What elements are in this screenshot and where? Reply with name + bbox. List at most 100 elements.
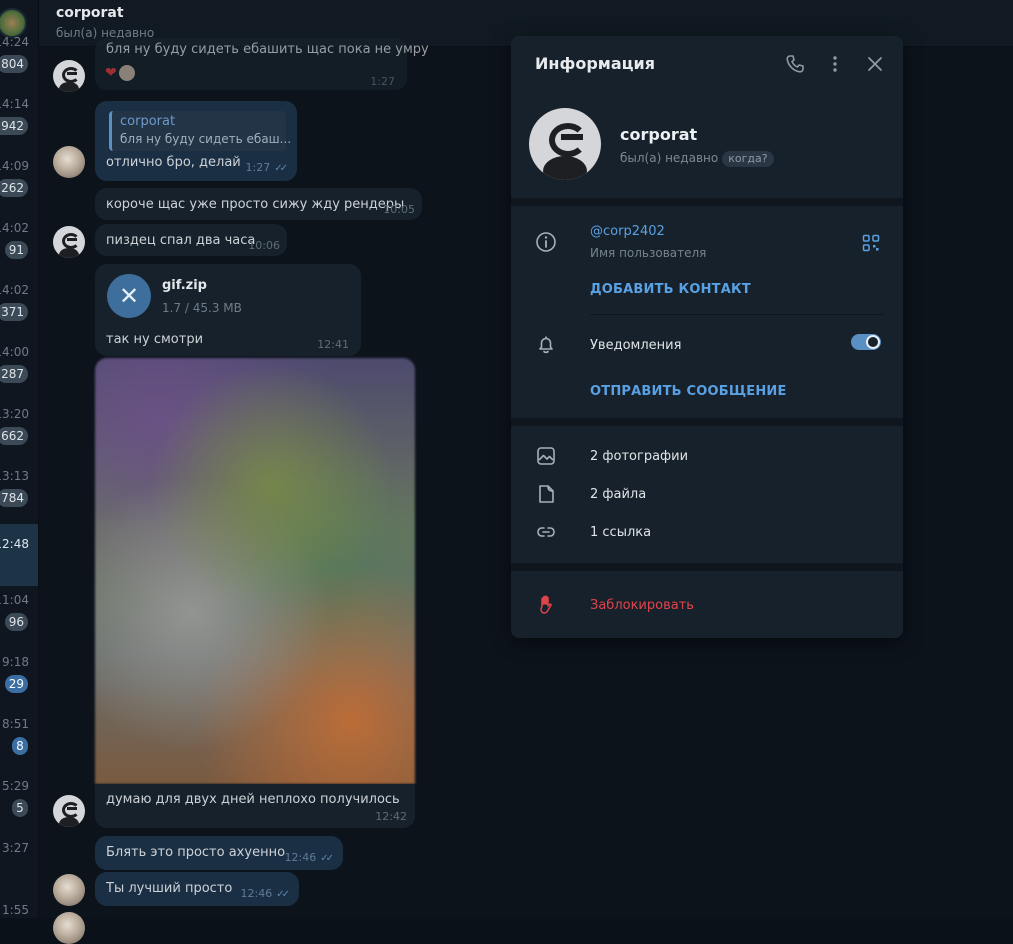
close-icon[interactable] bbox=[865, 54, 885, 74]
chat-list-time: 13:13 bbox=[0, 469, 29, 483]
chat-list-item[interactable]: 12:48 bbox=[0, 524, 38, 586]
unread-badge: 262 bbox=[0, 179, 28, 197]
unread-badge: 804 bbox=[0, 55, 28, 73]
chat-list-item[interactable]: 11:04 96 bbox=[0, 586, 38, 648]
chat-list-time: 14:02 bbox=[0, 283, 29, 297]
photo-icon[interactable] bbox=[535, 445, 557, 467]
shared-links-link[interactable]: 1 ссылка bbox=[590, 525, 651, 540]
divider bbox=[590, 314, 883, 315]
avatar[interactable] bbox=[53, 912, 85, 944]
unread-badge: 29 bbox=[4, 675, 28, 693]
message-time: 12:46 ✓✓ bbox=[240, 887, 290, 900]
unread-badge: 662 bbox=[0, 427, 28, 445]
message-time: 1:27 ✓✓ bbox=[245, 161, 288, 174]
double-check-icon: ✓✓ bbox=[320, 853, 334, 864]
shared-photos-link[interactable]: 2 фотографии bbox=[590, 449, 688, 464]
file-name[interactable]: gif.zip bbox=[162, 278, 207, 293]
link-icon[interactable] bbox=[535, 521, 557, 543]
message-text: короче щас уже просто сижу жду рендеры bbox=[106, 197, 405, 212]
add-contact-button[interactable]: ДОБАВИТЬ КОНТАКТ bbox=[590, 282, 751, 297]
reply-author: corporat bbox=[120, 114, 176, 129]
profile-avatar[interactable] bbox=[529, 108, 601, 180]
profile-name: corporat bbox=[620, 125, 698, 144]
avatar[interactable] bbox=[53, 226, 85, 258]
send-message-button[interactable]: ОТПРАВИТЬ СООБЩЕНИЕ bbox=[590, 384, 787, 399]
unread-badge: 371 bbox=[0, 303, 28, 321]
message-text: Блять это просто ахуенно bbox=[106, 845, 286, 860]
chat-list-item[interactable]: 9:18 29 bbox=[0, 648, 38, 710]
reply-text: бля ну буду сидеть ебаш... bbox=[120, 132, 292, 146]
message-text: так ну смотри bbox=[106, 332, 204, 347]
chat-list-item[interactable]: 3:27 bbox=[0, 834, 38, 896]
message[interactable]: corporat бля ну буду сидеть ебаш... отли… bbox=[95, 101, 297, 181]
last-seen-when-button[interactable]: когда? bbox=[722, 151, 774, 167]
chat-list-time: 14:00 bbox=[0, 345, 29, 359]
heart-icon: ❤ bbox=[105, 65, 117, 81]
notifications-toggle[interactable] bbox=[851, 334, 881, 350]
cat-icon bbox=[118, 65, 135, 81]
block-button[interactable]: Заблокировать bbox=[590, 598, 694, 613]
message[interactable]: думаю для двух дней неплохо получилось 1… bbox=[95, 784, 415, 828]
info-icon bbox=[536, 232, 556, 252]
message[interactable]: ✕ gif.zip 1.7 / 45.3 MB так ну смотри 12… bbox=[95, 264, 361, 356]
message[interactable]: Блять это просто ахуенно 12:46 ✓✓ bbox=[95, 836, 343, 870]
message-text: Ты лучший просто bbox=[106, 881, 233, 896]
message[interactable]: Ты лучший просто 12:46 ✓✓ bbox=[95, 872, 299, 906]
block-hand-icon[interactable] bbox=[535, 594, 557, 616]
file-cancel-icon[interactable]: ✕ bbox=[107, 274, 151, 318]
file-size: 1.7 / 45.3 MB bbox=[162, 301, 242, 315]
chat-list-time: 3:27 bbox=[2, 841, 29, 855]
message-text: думаю для двух дней неплохо получилось bbox=[106, 792, 400, 807]
notifications-label: Уведомления bbox=[590, 338, 682, 353]
bell-icon bbox=[539, 336, 553, 354]
shared-files-link[interactable]: 2 файла bbox=[590, 487, 646, 502]
chat-list-time: 12:48 bbox=[0, 537, 29, 551]
avatar[interactable] bbox=[53, 874, 85, 906]
unread-badge: 784 bbox=[0, 489, 28, 507]
message[interactable]: пиздец спал два часа 10:06 bbox=[95, 224, 287, 256]
chat-list-time: 14:14 bbox=[0, 97, 29, 111]
username-link[interactable]: @corp2402 bbox=[590, 224, 665, 239]
avatar[interactable] bbox=[53, 60, 85, 92]
chat-title[interactable]: corporat bbox=[56, 5, 124, 21]
file-icon[interactable] bbox=[535, 483, 557, 505]
photo-message[interactable] bbox=[95, 358, 415, 784]
avatar[interactable] bbox=[53, 146, 85, 178]
chat-list-time: 8:51 bbox=[2, 717, 29, 731]
message-time: 12:41 bbox=[317, 338, 349, 351]
message-time: 10:06 bbox=[248, 239, 280, 252]
message[interactable]: бля ну буду сидеть ебашить щас пока не у… bbox=[95, 38, 429, 90]
reply-quote[interactable]: corporat бля ну буду сидеть ебаш... bbox=[109, 111, 291, 151]
chat-list-item[interactable]: 14:14 1942 bbox=[0, 90, 38, 152]
chat-list-item[interactable]: 14:09 262 bbox=[0, 152, 38, 214]
message-time: 10:05 bbox=[383, 203, 415, 216]
profile-status: был(а) недавно когда? bbox=[620, 151, 774, 167]
chat-list-item[interactable]: 5:29 5 bbox=[0, 772, 38, 834]
info-panel: Информация corporat был(а) недавно когда?… bbox=[511, 36, 903, 638]
unread-badge: 96 bbox=[4, 613, 28, 631]
chat-list-time: 11:04 bbox=[0, 593, 29, 607]
chat-list-time: 5:29 bbox=[2, 779, 29, 793]
unread-badge: 287 bbox=[0, 365, 28, 383]
chat-list-item[interactable]: 13:13 784 bbox=[0, 462, 38, 524]
chat-list-time: 14:09 bbox=[0, 159, 29, 173]
unread-badge: 5 bbox=[12, 799, 28, 817]
phone-icon[interactable] bbox=[785, 54, 805, 74]
chat-list-time: 13:20 bbox=[0, 407, 29, 421]
chat-list-item[interactable]: 14:00 287 bbox=[0, 338, 38, 400]
qr-code-icon[interactable] bbox=[862, 234, 880, 252]
chat-list-item[interactable]: 14:02 371 bbox=[0, 276, 38, 338]
chat-list-item[interactable]: 14:24 804 bbox=[0, 28, 38, 90]
message[interactable]: короче щас уже просто сижу жду рендеры 1… bbox=[95, 188, 422, 220]
double-check-icon: ✓✓ bbox=[276, 889, 290, 900]
message-time: 1:27 bbox=[370, 75, 395, 88]
section-separator bbox=[511, 418, 903, 426]
unread-badge: 1942 bbox=[0, 117, 28, 135]
avatar[interactable] bbox=[53, 795, 85, 827]
section-separator bbox=[511, 198, 903, 206]
chat-list-item[interactable]: 1:55 bbox=[0, 896, 38, 918]
chat-list-item[interactable]: 13:20 662 bbox=[0, 400, 38, 462]
more-vertical-icon[interactable] bbox=[825, 54, 845, 74]
chat-list-item[interactable]: 14:02 91 bbox=[0, 214, 38, 276]
chat-list-item[interactable]: 8:51 8 bbox=[0, 710, 38, 772]
